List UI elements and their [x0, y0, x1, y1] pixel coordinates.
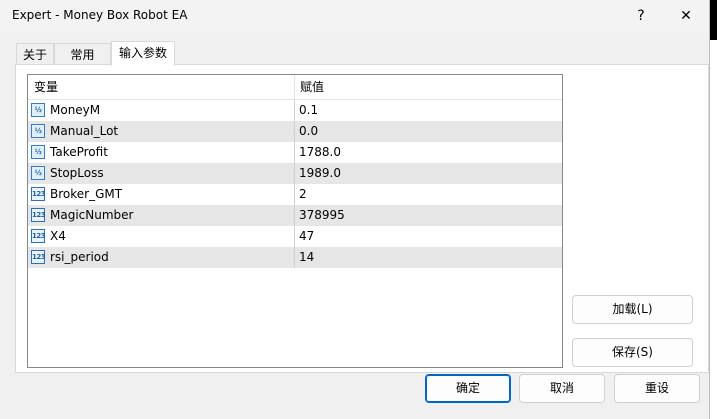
help-icon: ? — [637, 8, 645, 24]
table-row[interactable]: 123 rsi_period 14 — [28, 247, 562, 268]
background-chart-strip — [710, 0, 717, 40]
column-divider — [294, 205, 295, 226]
parameter-name: X4 — [50, 229, 66, 243]
table-row[interactable]: ½ StopLoss 1989.0 — [28, 163, 562, 184]
table-row[interactable]: ½ MoneyM 0.1 — [28, 100, 562, 121]
parameter-name: Broker_GMT — [50, 187, 123, 201]
ok-button[interactable]: 确定 — [425, 374, 511, 403]
table-row[interactable]: 123 Broker_GMT 2 — [28, 184, 562, 205]
parameter-name: Manual_Lot — [50, 124, 119, 138]
double-type-icon: ½ — [31, 145, 45, 159]
cancel-button[interactable]: 取消 — [519, 374, 605, 403]
table-row[interactable]: 123 X4 47 — [28, 226, 562, 247]
parameter-name: StopLoss — [50, 166, 104, 180]
parameter-value[interactable]: 14 — [299, 247, 314, 268]
column-divider — [294, 163, 295, 184]
close-icon: ✕ — [680, 8, 692, 24]
integer-type-icon: 123 — [31, 208, 46, 222]
parameter-value[interactable]: 1788.0 — [299, 142, 341, 163]
column-divider — [294, 142, 295, 163]
column-header-value[interactable]: 赋值 — [294, 75, 562, 99]
column-header-variable[interactable]: 变量 — [28, 75, 294, 99]
parameter-value[interactable]: 47 — [299, 226, 314, 247]
column-divider — [294, 100, 295, 121]
parameter-value[interactable]: 0.1 — [299, 100, 318, 121]
column-divider — [294, 121, 295, 142]
table-row[interactable]: ½ TakeProfit 1788.0 — [28, 142, 562, 163]
title-bar: Expert - Money Box Robot EA ? ✕ — [0, 0, 709, 32]
load-button[interactable]: 加载(L) — [572, 295, 693, 324]
tab-inputs[interactable]: 输入参数 — [111, 41, 175, 66]
parameter-name: TakeProfit — [50, 145, 108, 159]
parameter-value[interactable]: 378995 — [299, 205, 345, 226]
column-divider — [294, 247, 295, 268]
table-row[interactable]: 123 MagicNumber 378995 — [28, 205, 562, 226]
double-type-icon: ½ — [31, 124, 45, 138]
parameter-value[interactable]: 0.0 — [299, 121, 318, 142]
parameter-value[interactable]: 1989.0 — [299, 163, 341, 184]
integer-type-icon: 123 — [31, 229, 46, 243]
close-button[interactable]: ✕ — [665, 0, 707, 32]
parameters-table[interactable]: 变量 赋值 ½ MoneyM 0.1 ½ Manual_Lot 0.0 ½ Ta… — [27, 74, 563, 368]
table-header: 变量 赋值 — [28, 75, 562, 100]
double-type-icon: ½ — [31, 103, 45, 117]
background-app-right-edge — [710, 0, 717, 419]
save-button[interactable]: 保存(S) — [572, 338, 693, 367]
reset-button[interactable]: 重设 — [614, 374, 700, 403]
column-divider — [294, 184, 295, 205]
table-row[interactable]: ½ Manual_Lot 0.0 — [28, 121, 562, 142]
parameter-name: rsi_period — [50, 250, 109, 264]
help-button[interactable]: ? — [620, 0, 662, 32]
expert-properties-dialog: Expert - Money Box Robot EA ? ✕ 关于 常用 输入… — [0, 0, 710, 419]
tab-about[interactable]: 关于 — [16, 43, 54, 65]
double-type-icon: ½ — [31, 166, 45, 180]
column-divider — [294, 226, 295, 247]
window-title: Expert - Money Box Robot EA — [12, 8, 188, 22]
integer-type-icon: 123 — [31, 250, 46, 264]
parameter-name: MagicNumber — [50, 208, 134, 222]
parameter-value[interactable]: 2 — [299, 184, 307, 205]
integer-type-icon: 123 — [31, 187, 46, 201]
tab-common[interactable]: 常用 — [54, 43, 111, 65]
parameter-name: MoneyM — [50, 103, 101, 117]
